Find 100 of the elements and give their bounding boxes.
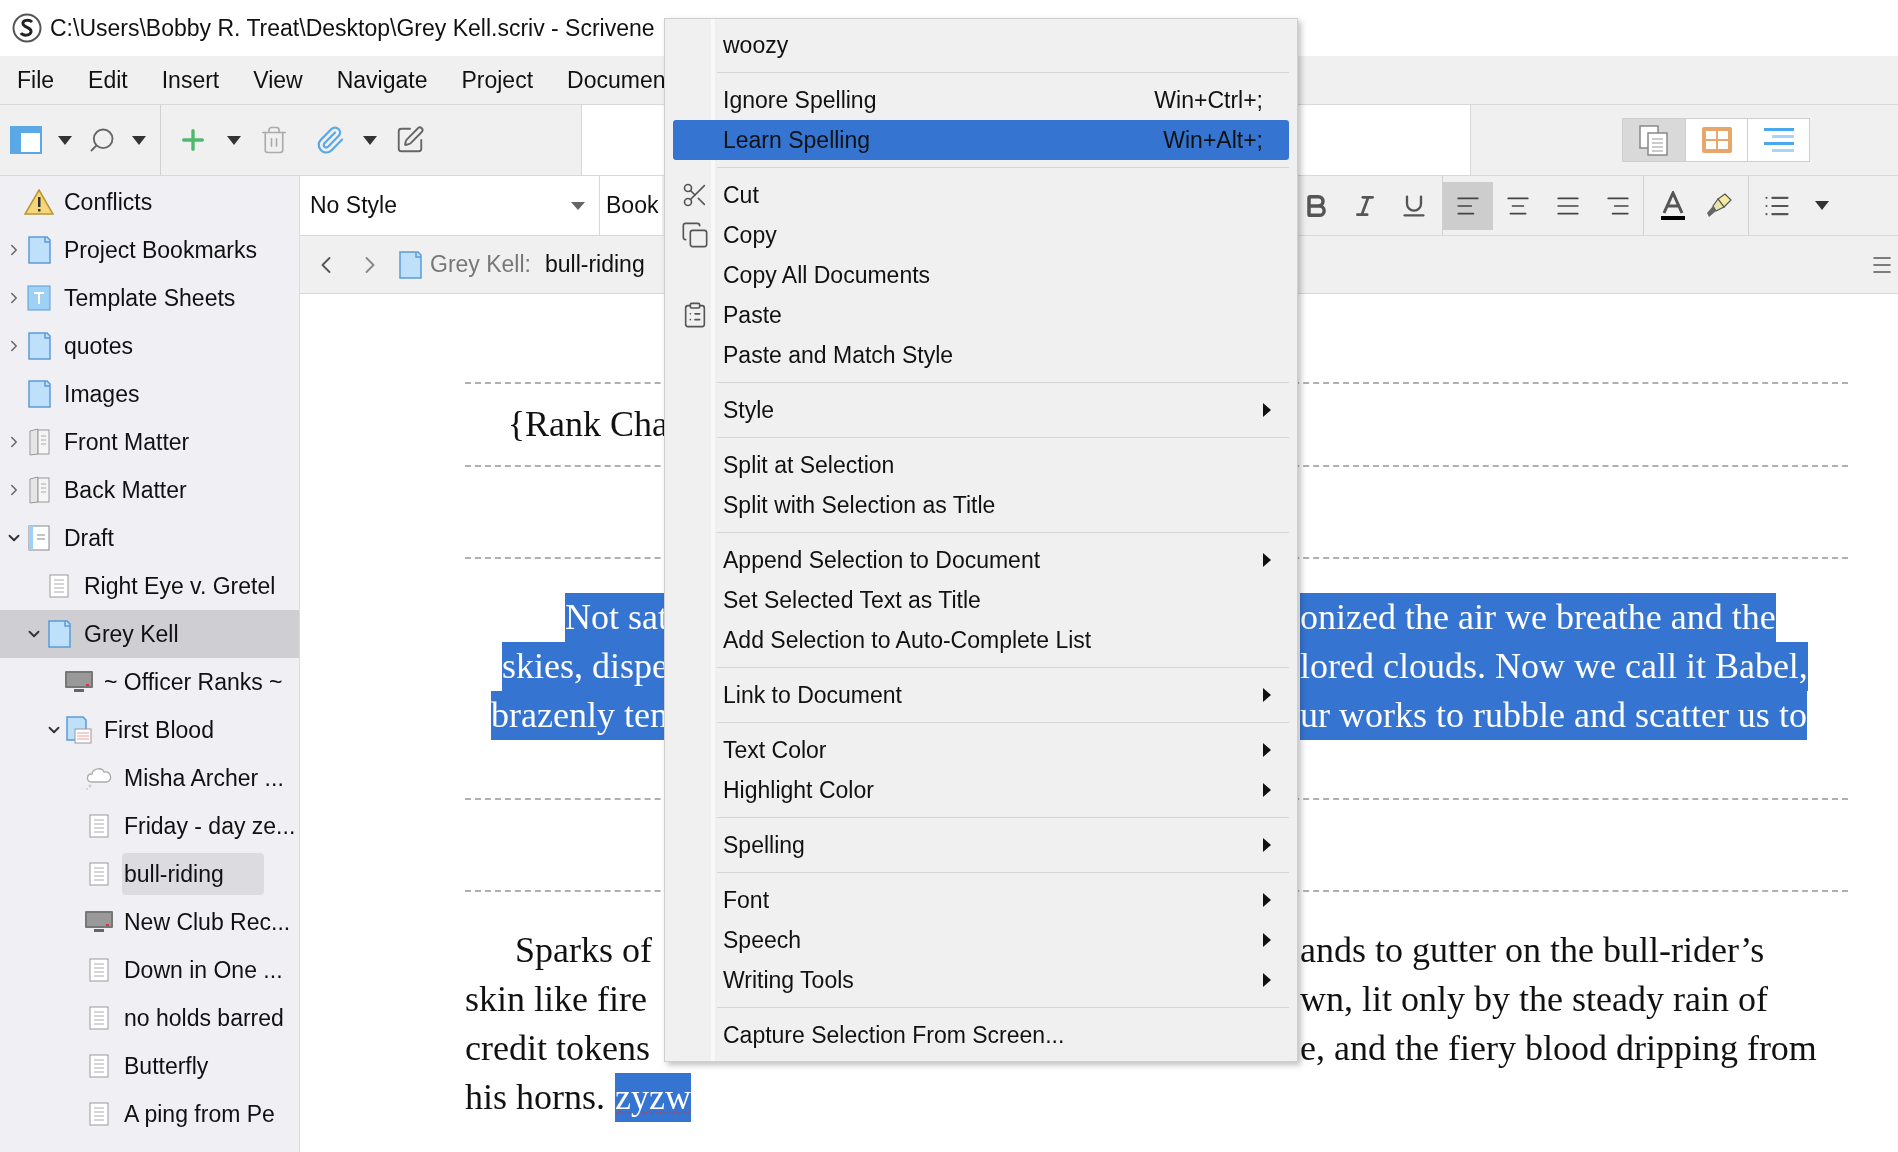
context-menu-item[interactable]: Paste bbox=[673, 295, 1289, 335]
binder-row[interactable]: Front Matter bbox=[0, 418, 299, 466]
document-text: skin like fire bbox=[465, 978, 647, 1021]
document-text: wn, lit only by the steady rain of bbox=[1300, 978, 1768, 1021]
binder-row[interactable]: New Club Rec... bbox=[0, 898, 299, 946]
binder-item-label: Back Matter bbox=[63, 475, 188, 505]
context-menu-item[interactable]: Style bbox=[673, 390, 1289, 430]
context-menu-item[interactable]: Speech bbox=[673, 920, 1289, 960]
context-menu-item[interactable]: Split with Selection as Title bbox=[673, 485, 1289, 525]
template-icon bbox=[27, 285, 51, 311]
monitor-icon bbox=[64, 670, 94, 694]
binder-item-label: ~ Officer Ranks ~ bbox=[103, 667, 284, 697]
layout-icon[interactable] bbox=[10, 126, 42, 154]
document-text: onized the air we breathe and the bbox=[1300, 593, 1776, 642]
binder-row[interactable]: Conflicts bbox=[0, 178, 299, 226]
search-icon[interactable] bbox=[88, 126, 116, 154]
binder-row[interactable]: Template Sheets bbox=[0, 274, 299, 322]
context-menu-item[interactable]: Text Color bbox=[673, 730, 1289, 770]
dropdown-caret-icon[interactable] bbox=[571, 201, 585, 210]
book-icon bbox=[27, 476, 51, 504]
document-icon bbox=[27, 380, 51, 408]
binder-row[interactable]: Grey Kell bbox=[0, 610, 299, 658]
binder-row[interactable]: Draft bbox=[0, 514, 299, 562]
dropdown-caret-icon[interactable] bbox=[227, 135, 241, 145]
document-icon bbox=[398, 250, 422, 279]
document-text: Sparks of bbox=[515, 929, 652, 972]
highlighter-icon[interactable] bbox=[1706, 192, 1732, 219]
document-text: ur works to rubble and scatter us to bbox=[1300, 691, 1807, 740]
menu-bar-item[interactable]: Edit bbox=[77, 62, 139, 98]
view-mode-button[interactable] bbox=[1623, 119, 1685, 161]
documents-icon bbox=[1637, 123, 1671, 157]
binder-row[interactable]: Images bbox=[0, 370, 299, 418]
dropdown-caret-icon[interactable] bbox=[58, 135, 72, 145]
context-menu-item[interactable]: Learn Spelling Win+Alt+; bbox=[673, 120, 1289, 160]
text-color-icon[interactable] bbox=[1660, 190, 1686, 221]
binder-item-label: Template Sheets bbox=[63, 283, 237, 313]
context-menu-item[interactable]: Highlight Color bbox=[673, 770, 1289, 810]
context-menu-item[interactable]: Spelling bbox=[673, 825, 1289, 865]
context-menu-item[interactable]: Capture Selection From Screen... bbox=[673, 1015, 1289, 1055]
binder-row[interactable]: Misha Archer ... bbox=[0, 754, 299, 802]
binder-item-label: Draft bbox=[63, 523, 115, 553]
context-menu-item[interactable]: Copy All Documents bbox=[673, 255, 1289, 295]
binder-item-label: Misha Archer ... bbox=[123, 763, 285, 793]
binder-row[interactable]: bull-riding bbox=[0, 850, 299, 898]
binder-row[interactable]: quotes bbox=[0, 322, 299, 370]
dropdown-caret-icon[interactable] bbox=[1815, 201, 1829, 210]
context-menu-item[interactable]: Set Selected Text as Title bbox=[673, 580, 1289, 620]
binder-item-label: A ping from Pe bbox=[123, 1099, 276, 1129]
binder-row[interactable]: Right Eye v. Gretel bbox=[0, 562, 299, 610]
menu-bar-item[interactable]: Navigate bbox=[325, 62, 439, 98]
view-mode-button[interactable] bbox=[1747, 119, 1809, 161]
binder-item-label: First Blood bbox=[103, 715, 215, 745]
context-menu-item[interactable]: Font bbox=[673, 880, 1289, 920]
misspelled-word: zyzw bbox=[615, 1073, 691, 1122]
binder-row[interactable]: Project Bookmarks bbox=[0, 226, 299, 274]
context-menu-item[interactable]: Writing Tools bbox=[673, 960, 1289, 1000]
context-menu-item[interactable]: Paste and Match Style bbox=[673, 335, 1289, 375]
document-text: {Rank Cha bbox=[507, 403, 668, 446]
text-document-icon bbox=[89, 1102, 109, 1126]
context-menu-item[interactable]: Link to Document bbox=[673, 675, 1289, 715]
app-logo-icon bbox=[12, 13, 42, 43]
menu-bar-item[interactable]: View bbox=[242, 62, 314, 98]
binder-row[interactable]: Down in One ... bbox=[0, 946, 299, 994]
menu-bar-item[interactable]: Insert bbox=[150, 62, 231, 98]
breadcrumb-document[interactable]: bull-riding bbox=[545, 247, 645, 282]
context-menu-item[interactable]: Ignore Spelling Win+Ctrl+; bbox=[673, 80, 1289, 120]
paperclip-icon[interactable] bbox=[315, 125, 345, 155]
document-icon bbox=[27, 332, 51, 360]
chapter-icon bbox=[65, 716, 93, 744]
context-menu-item[interactable]: Add Selection to Auto-Complete List bbox=[673, 620, 1289, 660]
document-text: ands to gutter on the bull-rider’s bbox=[1300, 929, 1765, 972]
dropdown-caret-icon[interactable] bbox=[363, 135, 377, 145]
binder-item-label: Grey Kell bbox=[83, 619, 180, 649]
document-text: e, and the fiery blood dripping from bbox=[1300, 1027, 1817, 1070]
compose-icon[interactable] bbox=[395, 125, 425, 155]
context-menu-item[interactable]: Copy bbox=[673, 215, 1289, 255]
text-document-icon bbox=[89, 1054, 109, 1078]
dropdown-caret-icon[interactable] bbox=[132, 135, 146, 145]
context-menu-item[interactable]: Split at Selection bbox=[673, 445, 1289, 485]
binder-item-label: Down in One ... bbox=[123, 955, 284, 985]
style-select[interactable]: No Style bbox=[300, 176, 600, 235]
binder-item-label: Friday - day ze... bbox=[123, 811, 297, 841]
menu-bar-item[interactable]: File bbox=[6, 62, 66, 98]
binder-row[interactable]: First Blood bbox=[0, 706, 299, 754]
context-menu-item[interactable]: Cut bbox=[673, 175, 1289, 215]
alignment-button[interactable] bbox=[1443, 181, 1493, 230]
menu-bar-item[interactable]: Project bbox=[450, 62, 545, 98]
binder-item-label: Images bbox=[63, 379, 141, 409]
binder-item-label: Project Bookmarks bbox=[63, 235, 258, 265]
context-menu-item[interactable]: Append Selection to Document bbox=[673, 540, 1289, 580]
binder-row[interactable]: ~ Officer Ranks ~ bbox=[0, 658, 299, 706]
binder-row[interactable]: A ping from Pe bbox=[0, 1090, 299, 1138]
binder-row[interactable]: Friday - day ze... bbox=[0, 802, 299, 850]
binder-row[interactable]: Back Matter bbox=[0, 466, 299, 514]
breadcrumb-group[interactable]: Grey Kell: bbox=[430, 247, 531, 282]
font-select[interactable]: Book bbox=[600, 176, 662, 235]
context-menu-item[interactable]: woozy bbox=[673, 25, 1289, 65]
binder-row[interactable]: Butterfly bbox=[0, 1042, 299, 1090]
binder-row[interactable]: no holds barred bbox=[0, 994, 299, 1042]
binder-item-label: Butterfly bbox=[123, 1051, 210, 1081]
